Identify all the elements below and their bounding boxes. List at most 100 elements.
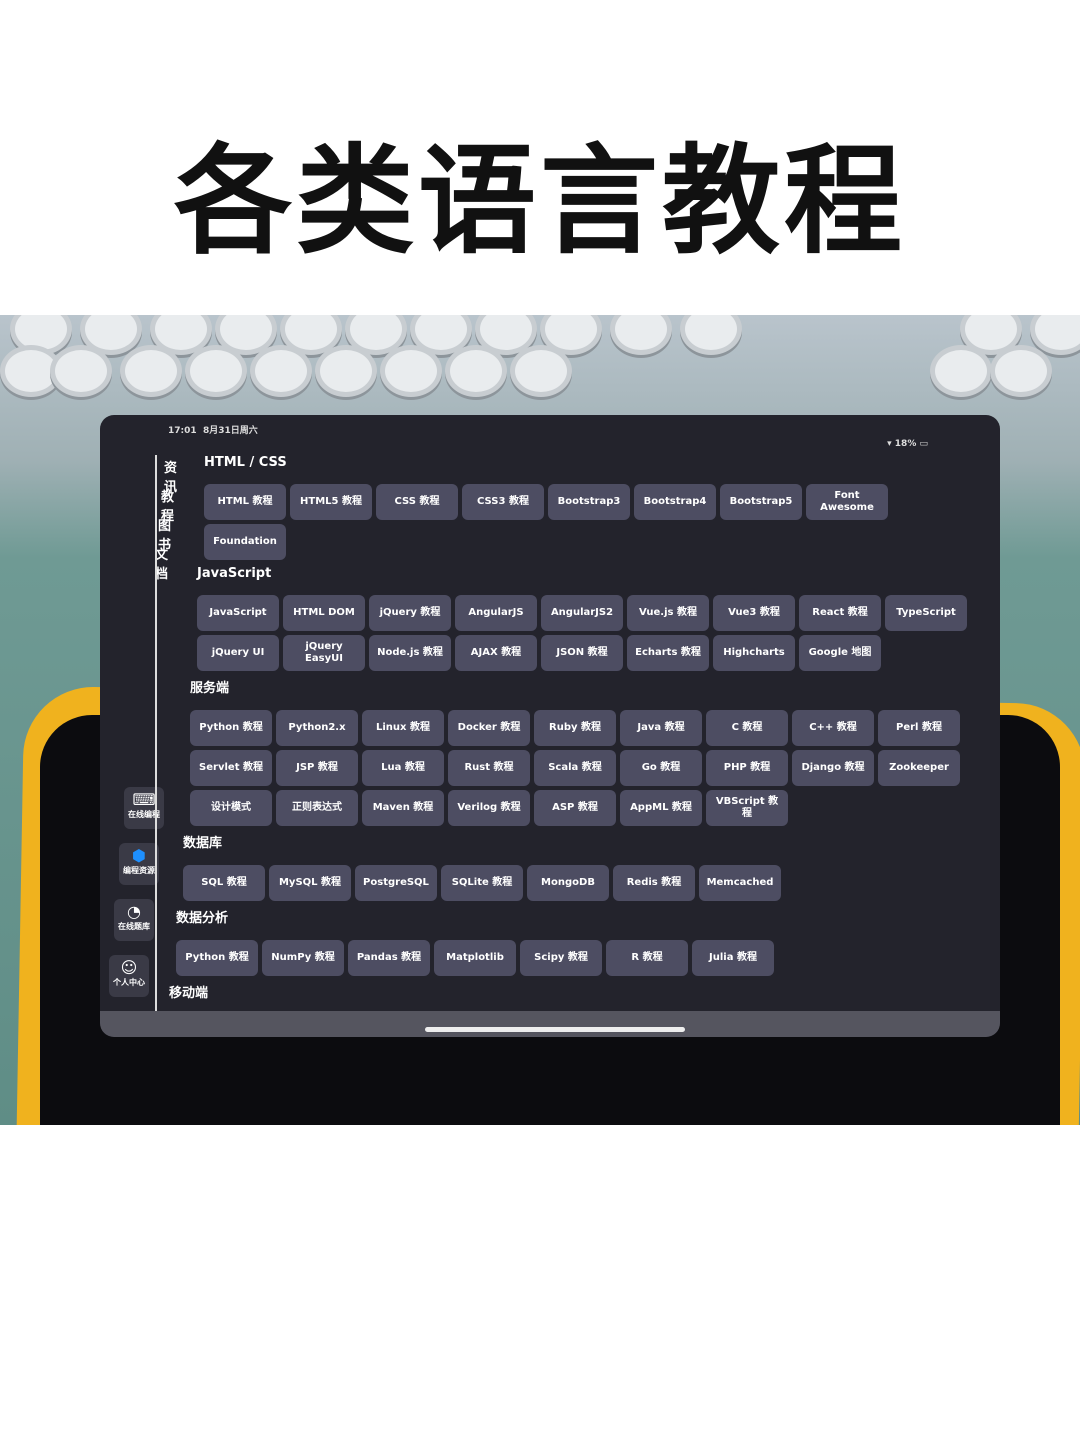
tutorial-button[interactable]: Node.js 教程: [369, 635, 451, 671]
tutorial-button[interactable]: Redis 教程: [613, 865, 695, 901]
tutorial-button[interactable]: Pandas 教程: [348, 940, 430, 976]
tutorial-button[interactable]: JavaScript: [197, 595, 279, 631]
tutorial-button[interactable]: Echarts 教程: [627, 635, 709, 671]
tutorial-button[interactable]: Java 教程: [620, 710, 702, 746]
tutorial-button[interactable]: 正则表达式: [276, 790, 358, 826]
tutorial-button[interactable]: Ruby 教程: [534, 710, 616, 746]
section: JavaScript JavaScript HTML DOM jQuery 教程 Ang…: [197, 566, 972, 671]
tutorial-button[interactable]: Bootstrap4: [634, 484, 716, 520]
tutorial-button[interactable]: AngularJS2: [541, 595, 623, 631]
keyboard-key: [120, 345, 182, 397]
keyboard-key: [380, 345, 442, 397]
tutorial-button[interactable]: Python 教程: [190, 710, 272, 746]
tutorial-button[interactable]: Google 地图: [799, 635, 881, 671]
tutorial-button[interactable]: R 教程: [606, 940, 688, 976]
tutorial-button[interactable]: 设计模式: [190, 790, 272, 826]
tutorial-button[interactable]: AngularJS: [455, 595, 537, 631]
tutorial-button[interactable]: Linux 教程: [362, 710, 444, 746]
sidebar-bottom-item[interactable]: ⬢ 编程资源: [119, 843, 159, 885]
tutorial-button[interactable]: PostgreSQL: [355, 865, 437, 901]
tutorial-button[interactable]: Python 教程: [176, 940, 258, 976]
battery-level: 18%: [894, 439, 917, 449]
tutorial-button[interactable]: VBScript 教程: [706, 790, 788, 826]
sidebar: 资讯 教程 图书 文档 ⌨ 在线编程 ⬢ 编程资源 ◔ 在线题库 ☺ 个人中心: [100, 415, 177, 1037]
tutorial-button[interactable]: JSON 教程: [541, 635, 623, 671]
tutorial-button[interactable]: HTML5 教程: [290, 484, 372, 520]
keyboard-key: [185, 345, 247, 397]
tutorial-button[interactable]: Bootstrap3: [548, 484, 630, 520]
tutorial-button[interactable]: Django 教程: [792, 750, 874, 786]
tutorial-button[interactable]: NumPy 教程: [262, 940, 344, 976]
tutorial-button[interactable]: MongoDB: [527, 865, 609, 901]
tutorial-button[interactable]: jQuery EasyUI: [283, 635, 365, 671]
status-time: 17:01: [168, 426, 197, 436]
tutorial-button[interactable]: Vue3 教程: [713, 595, 795, 631]
keyboard-key: [930, 345, 992, 397]
keyboard-key: [250, 345, 312, 397]
sidebar-bottom-label: 个人中心: [113, 978, 145, 987]
keyboard-key: [680, 315, 742, 355]
tutorial-button[interactable]: Docker 教程: [448, 710, 530, 746]
tutorial-button[interactable]: SQL 教程: [183, 865, 265, 901]
headline: 各类语言教程: [173, 132, 906, 270]
sidebar-divider: [155, 455, 157, 1015]
tutorial-button[interactable]: Python2.x: [276, 710, 358, 746]
tutorial-button[interactable]: Rust 教程: [448, 750, 530, 786]
status-right: ▾ 18% ▭: [887, 439, 928, 449]
keyboard-key: [315, 345, 377, 397]
tutorial-button[interactable]: Bootstrap5: [720, 484, 802, 520]
sidebar-bottom-item[interactable]: ⌨ 在线编程: [124, 787, 164, 829]
tutorial-button[interactable]: React 教程: [799, 595, 881, 631]
home-indicator[interactable]: [425, 1027, 685, 1032]
tutorial-button[interactable]: Matplotlib: [434, 940, 516, 976]
tutorial-button[interactable]: Font Awesome: [806, 484, 888, 520]
tutorial-button[interactable]: HTML DOM: [283, 595, 365, 631]
tutorial-button[interactable]: jQuery 教程: [369, 595, 451, 631]
tutorial-button[interactable]: Memcached: [699, 865, 781, 901]
tutorial-button[interactable]: MySQL 教程: [269, 865, 351, 901]
tutorial-button[interactable]: Zookeeper: [878, 750, 960, 786]
tutorial-button[interactable]: Servlet 教程: [190, 750, 272, 786]
section: 服务端 Python 教程 Python2.x Linux 教程 Docker 教程 Ru…: [190, 677, 972, 826]
tutorial-button[interactable]: CSS 教程: [376, 484, 458, 520]
tutorial-button[interactable]: HTML 教程: [204, 484, 286, 520]
tutorial-button[interactable]: Perl 教程: [878, 710, 960, 746]
tutorial-button[interactable]: Vue.js 教程: [627, 595, 709, 631]
tutorial-button[interactable]: Julia 教程: [692, 940, 774, 976]
tutorial-button[interactable]: C++ 教程: [792, 710, 874, 746]
tutorial-button[interactable]: jQuery UI: [197, 635, 279, 671]
tutorial-button[interactable]: JSP 教程: [276, 750, 358, 786]
wifi-icon: ▾: [887, 439, 892, 449]
sidebar-bottom-label: 编程资源: [123, 866, 155, 875]
sidebar-bottom-item[interactable]: ◔ 在线题库: [114, 899, 154, 941]
tutorial-button[interactable]: Scipy 教程: [520, 940, 602, 976]
tutorial-button[interactable]: Lua 教程: [362, 750, 444, 786]
tutorial-button[interactable]: Maven 教程: [362, 790, 444, 826]
status-bar: 17:01 8月31日周六: [168, 423, 258, 436]
tutorial-button[interactable]: C 教程: [706, 710, 788, 746]
keyboard-key: [990, 345, 1052, 397]
tutorial-button[interactable]: ASP 教程: [534, 790, 616, 826]
tutorial-button[interactable]: PHP 教程: [706, 750, 788, 786]
tutorial-button[interactable]: CSS3 教程: [462, 484, 544, 520]
tutorial-grid: JavaScript HTML DOM jQuery 教程 AngularJS Angu…: [197, 595, 972, 671]
tutorial-button[interactable]: TypeScript: [885, 595, 967, 631]
tutorial-button[interactable]: Highcharts: [713, 635, 795, 671]
tutorial-button[interactable]: AppML 教程: [620, 790, 702, 826]
bottom-strip: [100, 1011, 1000, 1037]
keyboard-key: [610, 315, 672, 355]
sidebar-bottom-item[interactable]: ☺ 个人中心: [109, 955, 149, 997]
tutorial-button[interactable]: Go 教程: [620, 750, 702, 786]
keyboard-key: [50, 345, 112, 397]
tutorial-button[interactable]: Verilog 教程: [448, 790, 530, 826]
section: 数据库 SQL 教程 MySQL 教程 PostgreSQL SQLite 教程 Mong…: [183, 832, 972, 901]
tutorial-button[interactable]: Foundation: [204, 524, 286, 560]
tutorial-button[interactable]: SQLite 教程: [441, 865, 523, 901]
tutorial-button[interactable]: Scala 教程: [534, 750, 616, 786]
section-title: JavaScript: [197, 566, 272, 581]
keyboard-key: [445, 345, 507, 397]
shield-icon: ⬢: [132, 846, 146, 865]
tablet-screen: 17:01 8月31日周六 ▾ 18% ▭ 资讯 教程 图书 文档 ⌨ 在线编程 ⬢ 编程资源…: [100, 415, 1000, 1037]
tutorial-button[interactable]: AJAX 教程: [455, 635, 537, 671]
tutorial-content[interactable]: HTML / CSS HTML 教程 HTML5 教程 CSS 教程 CSS3 教程 Bo…: [169, 449, 972, 1035]
